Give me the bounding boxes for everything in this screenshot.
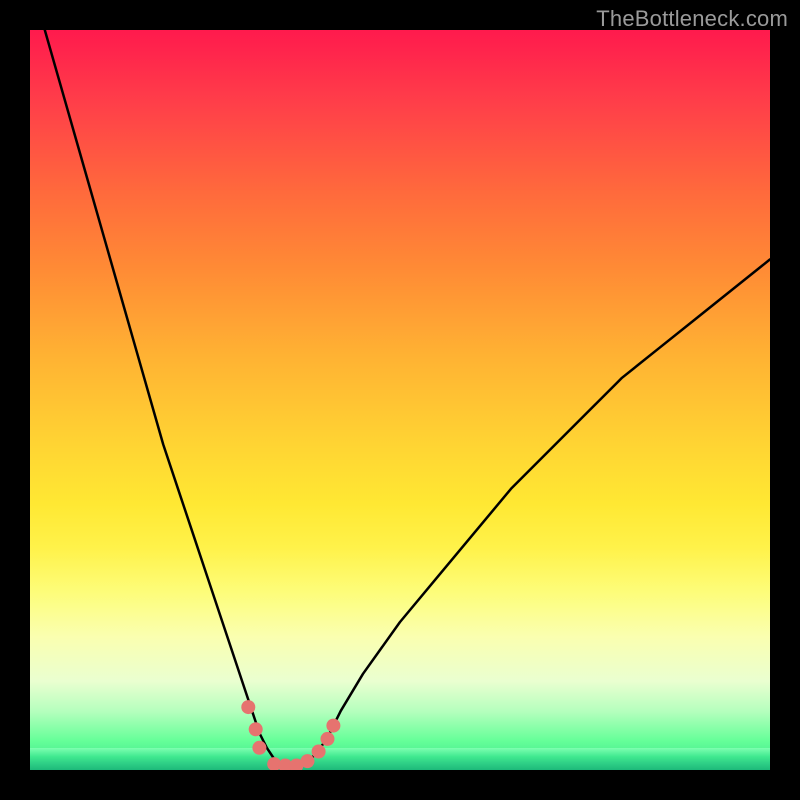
optimal-dot — [249, 722, 263, 736]
optimal-dot — [312, 745, 326, 759]
optimal-dot — [252, 741, 266, 755]
optimal-dot — [301, 754, 315, 768]
optimal-dot — [326, 719, 340, 733]
bottleneck-curve-path — [45, 30, 770, 768]
chart-frame: TheBottleneck.com — [0, 0, 800, 800]
optimal-cluster-dots — [241, 700, 340, 770]
optimal-dot — [320, 732, 334, 746]
watermark-text: TheBottleneck.com — [596, 6, 788, 32]
plot-area — [30, 30, 770, 770]
bottleneck-curve-svg — [30, 30, 770, 770]
optimal-dot — [241, 700, 255, 714]
